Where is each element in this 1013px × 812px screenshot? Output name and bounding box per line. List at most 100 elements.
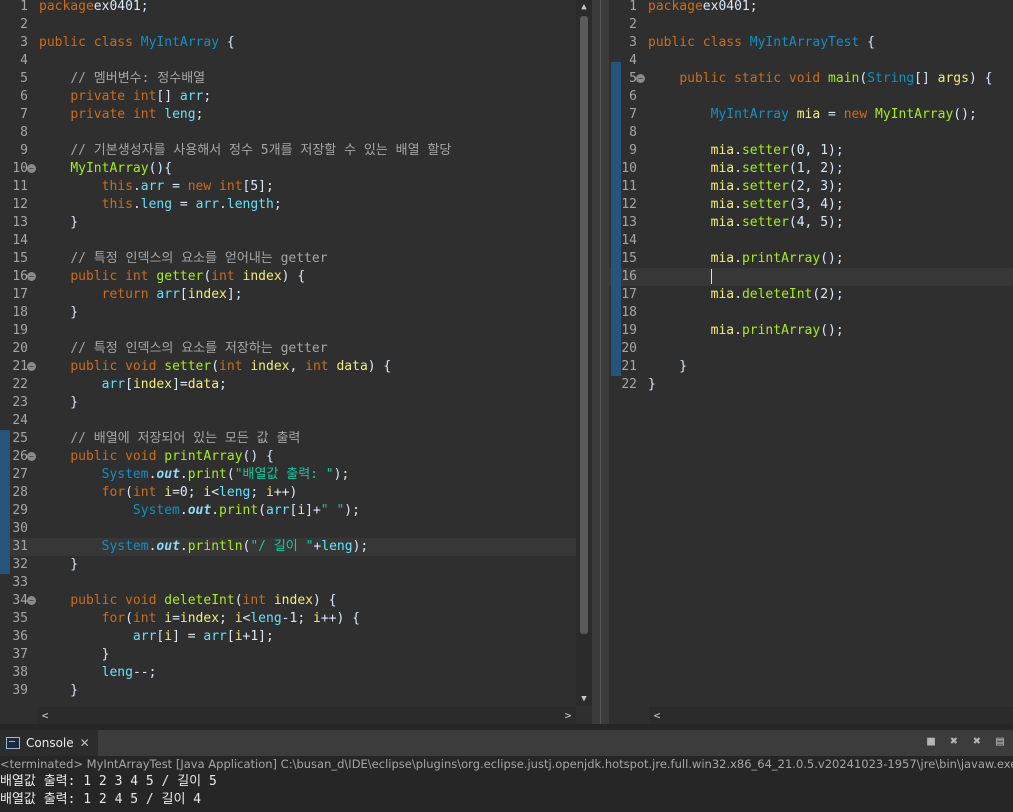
vertical-scrollbar[interactable]: ▲ ▼ bbox=[576, 0, 592, 706]
scroll-down-icon[interactable]: ▼ bbox=[576, 692, 592, 706]
scroll-thumb[interactable] bbox=[580, 16, 588, 634]
remove-all-terminated-icon[interactable]: ✖ bbox=[968, 733, 986, 751]
code-line[interactable]: 5− public static void main(String[] args… bbox=[609, 70, 1013, 88]
code-line[interactable]: 19 bbox=[0, 322, 576, 340]
code-text[interactable]: } bbox=[39, 214, 78, 232]
code-text[interactable]: mia.setter(0, 1); bbox=[648, 142, 844, 160]
scroll-left-icon[interactable]: < bbox=[649, 707, 665, 724]
code-text[interactable]: } bbox=[39, 394, 78, 412]
code-line[interactable]: 8 bbox=[0, 124, 576, 142]
code-line[interactable]: 35 for(int i=index; i<leng-1; i++) { bbox=[0, 610, 576, 628]
code-text[interactable]: MyIntArray(){ bbox=[39, 160, 172, 178]
code-line[interactable]: 13 } bbox=[0, 214, 576, 232]
code-line[interactable]: 16 bbox=[609, 268, 1013, 286]
code-text[interactable]: return arr[index]; bbox=[39, 286, 243, 304]
code-lines[interactable]: 1 packageex0401; 2 3 public class MyIntArray… bbox=[609, 0, 1013, 394]
code-text[interactable]: mia.printArray(); bbox=[648, 250, 844, 268]
horizontal-scrollbar[interactable]: < > bbox=[37, 707, 576, 724]
code-line[interactable]: 4 bbox=[609, 52, 1013, 70]
code-text[interactable]: } bbox=[648, 376, 656, 394]
code-text[interactable]: for(int i=0; i<leng; i++) bbox=[39, 484, 298, 502]
code-line[interactable]: 33 bbox=[0, 574, 576, 592]
fold-toggle-icon[interactable]: − bbox=[27, 362, 36, 371]
code-line[interactable]: 11 this.arr = new int[5]; bbox=[0, 178, 576, 196]
scroll-up-icon[interactable]: ▲ bbox=[576, 0, 592, 14]
code-line[interactable]: 27 System.out.print("배열값 출력: "); bbox=[0, 466, 576, 484]
code-text[interactable]: arr[i] = arr[i+1]; bbox=[39, 628, 274, 646]
code-text[interactable]: public void deleteInt(int index) { bbox=[39, 592, 336, 610]
code-line[interactable]: 16− public int getter(int index) { bbox=[0, 268, 576, 286]
code-text[interactable]: mia.printArray(); bbox=[648, 322, 844, 340]
code-line[interactable]: 25 // 배열에 저장되어 있는 모든 값 출력 bbox=[0, 430, 576, 448]
code-text[interactable]: leng--; bbox=[39, 664, 157, 682]
code-text[interactable]: System.out.print(arr[i]+" "); bbox=[39, 502, 360, 520]
close-icon[interactable]: ✕ bbox=[80, 736, 90, 750]
tab-console[interactable]: Console ✕ bbox=[0, 730, 98, 756]
code-text[interactable]: } bbox=[39, 646, 110, 664]
code-text[interactable]: arr[index]=data; bbox=[39, 376, 227, 394]
code-line[interactable]: 20 // 특정 인덱스의 요소를 저장하는 getter bbox=[0, 340, 576, 358]
code-text[interactable]: public static void main(String[] args) { bbox=[648, 70, 992, 88]
horizontal-scrollbar[interactable]: < bbox=[649, 707, 1013, 724]
code-line[interactable]: 14 bbox=[0, 232, 576, 250]
code-lines[interactable]: 1 packageex0401; 2 3 public class MyIntArray… bbox=[0, 0, 576, 700]
code-text[interactable]: MyIntArray mia = new MyIntArray(); bbox=[648, 106, 977, 124]
code-text[interactable]: private int[] arr; bbox=[39, 88, 211, 106]
code-text[interactable]: private int leng; bbox=[39, 106, 203, 124]
code-line[interactable]: 4 bbox=[0, 52, 576, 70]
code-text[interactable]: // 특정 인덱스의 요소를 저장하는 getter bbox=[39, 340, 327, 358]
code-line[interactable]: 38 leng--; bbox=[0, 664, 576, 682]
code-line[interactable]: 2 bbox=[0, 16, 576, 34]
scroll-left-icon[interactable]: < bbox=[37, 707, 53, 724]
code-text[interactable]: System.out.println("/ 길이 "+leng); bbox=[39, 538, 369, 556]
code-text[interactable]: public int getter(int index) { bbox=[39, 268, 305, 286]
display-console-icon[interactable]: ▤ bbox=[991, 733, 1009, 751]
code-line[interactable]: 17 return arr[index]; bbox=[0, 286, 576, 304]
code-text[interactable]: this.arr = new int[5]; bbox=[39, 178, 274, 196]
code-text[interactable]: packageex0401; bbox=[39, 0, 149, 16]
code-text[interactable]: mia.setter(3, 4); bbox=[648, 196, 844, 214]
code-line[interactable]: 1 packageex0401; bbox=[609, 0, 1013, 16]
code-line[interactable]: 7 private int leng; bbox=[0, 106, 576, 124]
code-text[interactable]: public class MyIntArray { bbox=[39, 34, 235, 52]
code-text[interactable]: public void printArray() { bbox=[39, 448, 274, 466]
code-line[interactable]: 12 mia.setter(3, 4); bbox=[609, 196, 1013, 214]
code-line[interactable]: 31 System.out.println("/ 길이 "+leng); bbox=[0, 538, 576, 556]
editor-splitter[interactable] bbox=[592, 0, 609, 724]
code-line[interactable]: 1 packageex0401; bbox=[0, 0, 576, 16]
code-line[interactable]: 15 mia.printArray(); bbox=[609, 250, 1013, 268]
code-line[interactable]: 12 this.leng = arr.length; bbox=[0, 196, 576, 214]
code-line[interactable]: 10 mia.setter(1, 2); bbox=[609, 160, 1013, 178]
code-text[interactable]: public void setter(int index, int data) … bbox=[39, 358, 391, 376]
code-line[interactable]: 20 bbox=[609, 340, 1013, 358]
code-text[interactable] bbox=[648, 268, 712, 286]
code-line[interactable]: 29 System.out.print(arr[i]+" "); bbox=[0, 502, 576, 520]
code-line[interactable]: 39 } bbox=[0, 682, 576, 700]
code-line[interactable]: 23 } bbox=[0, 394, 576, 412]
code-line[interactable]: 32 } bbox=[0, 556, 576, 574]
code-text[interactable]: // 특정 인덱스의 요소를 얻어내는 getter bbox=[39, 250, 327, 268]
fold-toggle-icon[interactable]: − bbox=[27, 452, 36, 461]
code-line[interactable]: 5 // 멤버변수: 정수배열 bbox=[0, 70, 576, 88]
code-line[interactable]: 6 private int[] arr; bbox=[0, 88, 576, 106]
code-text[interactable]: } bbox=[39, 556, 78, 574]
code-line[interactable]: 26− public void printArray() { bbox=[0, 448, 576, 466]
code-line[interactable]: 2 bbox=[609, 16, 1013, 34]
code-text[interactable]: mia.setter(1, 2); bbox=[648, 160, 844, 178]
code-line[interactable]: 3 public class MyIntArrayTest { bbox=[609, 34, 1013, 52]
code-text[interactable]: } bbox=[39, 304, 78, 322]
code-text[interactable]: mia.deleteInt(2); bbox=[648, 286, 844, 304]
code-line[interactable]: 13 mia.setter(4, 5); bbox=[609, 214, 1013, 232]
fold-toggle-icon[interactable]: − bbox=[636, 74, 645, 83]
code-line[interactable]: 21 } bbox=[609, 358, 1013, 376]
code-text[interactable]: public class MyIntArrayTest { bbox=[648, 34, 875, 52]
code-text[interactable]: } bbox=[648, 358, 687, 376]
code-text[interactable]: // 멤버변수: 정수배열 bbox=[39, 70, 205, 88]
code-line[interactable]: 22 arr[index]=data; bbox=[0, 376, 576, 394]
code-line[interactable]: 19 mia.printArray(); bbox=[609, 322, 1013, 340]
code-line[interactable]: 18 bbox=[609, 304, 1013, 322]
code-line[interactable]: 9 // 기본생성자를 사용해서 정수 5개를 저장할 수 있는 배열 할당 bbox=[0, 142, 576, 160]
code-line[interactable]: 6 bbox=[609, 88, 1013, 106]
code-line[interactable]: 17 mia.deleteInt(2); bbox=[609, 286, 1013, 304]
code-line[interactable]: 36 arr[i] = arr[i+1]; bbox=[0, 628, 576, 646]
